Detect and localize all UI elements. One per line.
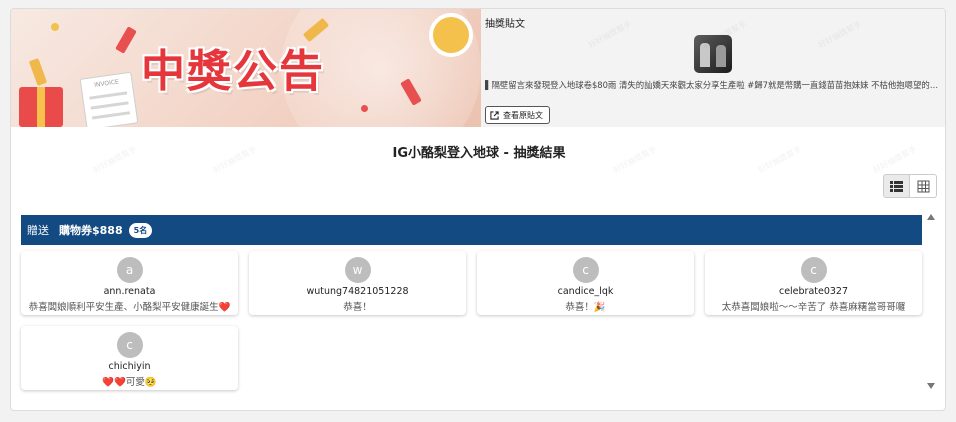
winner-comment: 恭喜闆娘順利平安生產、小酪梨平安健康誕生❤️ (28, 302, 231, 313)
prize-name: 購物券$888 (59, 224, 123, 237)
view-toggle-group (883, 174, 937, 198)
winner-announcement-banner: INVOICE 中獎公告 (11, 9, 481, 127)
avatar: c (572, 257, 599, 283)
post-caption: ▌隔壁留言來發現登入地球卷$80雨 清失的訕嬌天來觀太家分享生產啦 #歸7就是幣… (485, 80, 943, 90)
post-thumbnail[interactable] (694, 35, 732, 73)
winner-comment: ❤️❤️可愛🥺 (102, 377, 157, 388)
invoice-ticket-icon: INVOICE (79, 71, 139, 127)
winner-list: a ann.renata 恭喜闆娘順利平安生產、小酪梨平安健康誕生❤️ w wu… (21, 249, 925, 399)
avatar: a (116, 257, 143, 283)
list-view-icon (890, 180, 903, 192)
confetti-dot (361, 105, 368, 112)
winner-card: c celebrate0327 太恭喜闆娘啦〜〜辛苦了 恭喜麻糬當哥哥囉 (705, 251, 922, 315)
list-view-button[interactable] (883, 174, 910, 198)
post-section-label: 抽獎貼文 (485, 19, 525, 30)
confetti-ribbon (115, 26, 137, 54)
confetti-ribbon (28, 58, 48, 86)
gift-box-icon (19, 87, 63, 127)
grid-view-button[interactable] (910, 174, 937, 198)
avatar: w (344, 257, 371, 283)
scroll-down-arrow-icon[interactable] (927, 383, 935, 389)
prize-gift-label: 贈送 (27, 224, 49, 237)
prize-header: 贈送 購物券$888 5名 (21, 215, 922, 245)
winner-username: candice_lqk (557, 286, 614, 297)
main-card: INVOICE 中獎公告 抽獎貼文 ▌隔壁留言來發現登入地球卷$80雨 清失的訕… (10, 8, 946, 411)
ticket-label: INVOICE (93, 78, 120, 89)
winner-count-badge: 5名 (128, 222, 153, 238)
winner-username: ann.renata (103, 286, 156, 297)
banner-title: 中獎公告 (141, 46, 325, 97)
award-medal-icon (429, 13, 473, 57)
external-link-icon (490, 110, 499, 120)
grid-view-icon (917, 180, 929, 192)
scroll-up-arrow-icon[interactable] (927, 214, 935, 220)
avatar: c (800, 257, 827, 283)
giveaway-post-panel: 抽獎貼文 ▌隔壁留言來發現登入地球卷$80雨 清失的訕嬌天來觀太家分享生產啦 #… (481, 9, 945, 127)
winner-username: chichiyin (108, 361, 151, 372)
header-section: INVOICE 中獎公告 抽獎貼文 ▌隔壁留言來發現登入地球卷$80雨 清失的訕… (11, 9, 945, 127)
winner-comment: 恭喜！ (343, 302, 372, 313)
avatar: c (116, 332, 143, 358)
confetti-dot (51, 23, 59, 31)
winner-card: w wutung74821051228 恭喜！ (249, 251, 466, 315)
winner-comment: 恭喜！🎉 (565, 302, 606, 313)
winner-comment: 太恭喜闆娘啦〜〜辛苦了 恭喜麻糬當哥哥囉 (721, 302, 906, 313)
page-title: IG小酪梨登入地球 - 抽獎結果 (392, 146, 566, 161)
winner-card: a ann.renata 恭喜闆娘順利平安生產、小酪梨平安健康誕生❤️ (21, 251, 238, 315)
view-original-post-button[interactable]: 查看原貼文 (485, 106, 550, 124)
winner-username: celebrate0327 (778, 286, 849, 297)
winner-card: c chichiyin ❤️❤️可愛🥺 (21, 326, 238, 390)
winner-card: c candice_lqk 恭喜！🎉 (477, 251, 694, 315)
view-original-post-label: 查看原貼文 (503, 110, 543, 120)
winner-username: wutung74821051228 (306, 286, 409, 297)
